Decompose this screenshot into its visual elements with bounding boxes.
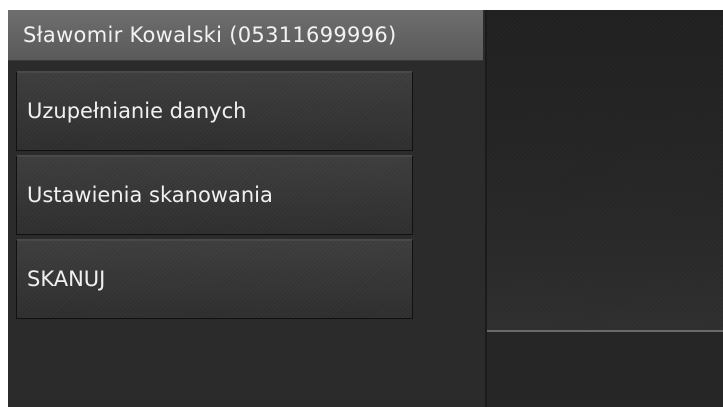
device-screen: Sławomir Kowalski (05311699996) Uzupełni… [0,0,723,407]
bottom-area [487,332,723,407]
data-completion-label: Uzupełnianie danych [27,99,247,123]
header-bar: Sławomir Kowalski (05311699996) [8,10,483,61]
scan-settings-label: Ustawienia skanowania [27,183,273,207]
data-completion-button[interactable]: Uzupełnianie danych [16,71,413,151]
scan-settings-button[interactable]: Ustawienia skanowania [16,155,413,235]
scan-button[interactable]: SKANUJ [16,239,413,319]
user-title: Sławomir Kowalski (05311699996) [23,23,397,47]
preview-area [487,10,723,330]
scan-label: SKANUJ [27,267,106,291]
left-panel: Sławomir Kowalski (05311699996) Uzupełni… [8,10,485,407]
